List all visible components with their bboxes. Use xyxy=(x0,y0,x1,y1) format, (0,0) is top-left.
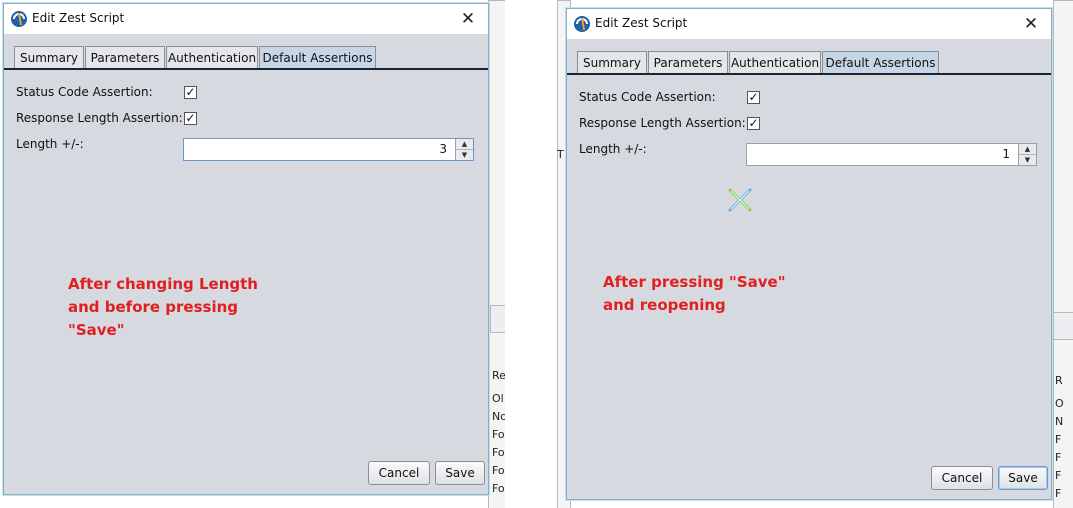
close-icon[interactable]: ✕ xyxy=(456,8,480,30)
response-length-assertion-label: Response Length Assertion: xyxy=(579,116,746,130)
window-title: Edit Zest Script xyxy=(32,11,125,25)
bg-row: Fo xyxy=(492,482,505,495)
tab-summary[interactable]: Summary xyxy=(577,51,647,73)
chevron-down-icon[interactable]: ▼ xyxy=(1019,154,1036,165)
chevron-down-icon[interactable]: ▼ xyxy=(456,149,473,160)
bg-row: F xyxy=(1055,487,1062,500)
length-spinner[interactable]: 1 ▲ ▼ xyxy=(746,143,1037,166)
spinner-arrows[interactable]: ▲ ▼ xyxy=(1018,144,1036,165)
annotation-line: and before pressing xyxy=(68,298,239,316)
annotation-line: After changing Length xyxy=(68,275,258,293)
status-code-assertion-label: Status Code Assertion: xyxy=(579,90,716,104)
tab-parameters[interactable]: Parameters xyxy=(648,51,728,73)
title-bar: Edit Zest Script ✕ xyxy=(4,4,488,34)
bg-row: F xyxy=(1055,469,1062,482)
bg-row: Fo xyxy=(492,464,505,477)
status-code-assertion-checkbox[interactable]: ✓ xyxy=(747,91,760,104)
annotation-line: and reopening xyxy=(603,296,726,314)
annotation-line: After pressing "Save" xyxy=(603,273,786,291)
tab-parameters[interactable]: Parameters xyxy=(85,46,165,68)
edit-zest-script-dialog-before-save: Edit Zest Script ✕ Summary Parameters Au… xyxy=(3,3,489,495)
tab-authentication[interactable]: Authentication xyxy=(166,46,258,68)
bg-column-header: R xyxy=(1055,374,1063,387)
tab-default-assertions[interactable]: Default Assertions xyxy=(259,46,376,68)
tab-divider xyxy=(4,68,488,70)
annotation-text: After pressing "Save" and reopening xyxy=(603,271,786,317)
tab-authentication[interactable]: Authentication xyxy=(729,51,821,73)
zap-app-icon xyxy=(10,10,28,28)
response-length-assertion-checkbox[interactable]: ✓ xyxy=(184,112,197,125)
length-label: Length +/-: xyxy=(579,142,647,156)
tab-summary[interactable]: Summary xyxy=(14,46,84,68)
bg-column-header: Re xyxy=(492,369,505,382)
window-title: Edit Zest Script xyxy=(595,16,688,30)
zap-app-icon xyxy=(573,15,591,33)
loading-cursor-icon xyxy=(725,185,755,215)
length-value[interactable]: 3 xyxy=(439,142,447,156)
tab-divider xyxy=(567,73,1051,75)
edit-zest-script-dialog-after-reopen: Edit Zest Script ✕ Summary Parameters Au… xyxy=(566,8,1052,500)
status-code-assertion-label: Status Code Assertion: xyxy=(16,85,153,99)
annotation-text: After changing Length and before pressin… xyxy=(68,273,258,342)
tab-default-assertions[interactable]: Default Assertions xyxy=(822,51,939,73)
bg-side-letter: T xyxy=(557,148,564,161)
close-icon[interactable]: ✕ xyxy=(1019,13,1043,35)
length-spinner[interactable]: 3 ▲ ▼ xyxy=(183,138,474,161)
length-value[interactable]: 1 xyxy=(1002,147,1010,161)
save-button[interactable]: Save xyxy=(998,466,1048,490)
bg-row: Fo xyxy=(492,446,505,459)
response-length-assertion-label: Response Length Assertion: xyxy=(16,111,183,125)
cancel-button[interactable]: Cancel xyxy=(368,461,430,485)
title-bar: Edit Zest Script ✕ xyxy=(567,9,1051,39)
bg-row: F xyxy=(1055,451,1062,464)
bg-row: No xyxy=(492,410,505,423)
status-code-assertion-checkbox[interactable]: ✓ xyxy=(184,86,197,99)
chevron-up-icon[interactable]: ▲ xyxy=(456,139,473,149)
save-button[interactable]: Save xyxy=(435,461,485,485)
length-label: Length +/-: xyxy=(16,137,84,151)
annotation-line: "Save" xyxy=(68,321,125,339)
spinner-arrows[interactable]: ▲ ▼ xyxy=(455,139,473,160)
bg-row: N xyxy=(1055,415,1064,428)
bg-row: Ol xyxy=(492,392,504,405)
bg-row: Fo xyxy=(492,428,505,441)
bg-row: O xyxy=(1055,397,1064,410)
response-length-assertion-checkbox[interactable]: ✓ xyxy=(747,117,760,130)
cancel-button[interactable]: Cancel xyxy=(931,466,993,490)
chevron-up-icon[interactable]: ▲ xyxy=(1019,144,1036,154)
bg-row: F xyxy=(1055,433,1062,446)
